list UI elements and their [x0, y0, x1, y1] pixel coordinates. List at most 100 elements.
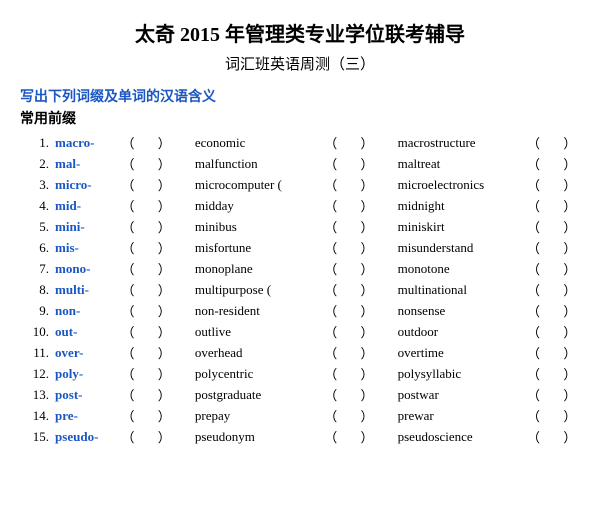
paren-close-1: ）: [154, 132, 174, 153]
word2: overtime: [394, 342, 524, 363]
paren-close-3: ）: [560, 195, 580, 216]
answer-space-2: [341, 174, 357, 195]
answer-space-3: [544, 132, 560, 153]
paren-open-2: （: [321, 258, 341, 279]
row-number: 5.: [20, 216, 53, 237]
word2: monotone: [394, 258, 524, 279]
row-number: 3.: [20, 174, 53, 195]
paren-open-1: （: [118, 195, 138, 216]
answer-space-1: [138, 426, 154, 447]
table-row: 9. non- （ ） non-resident （ ） nonsense （ …: [20, 300, 580, 321]
paren-close-3: ）: [560, 216, 580, 237]
paren-close-2: ）: [357, 237, 377, 258]
paren-close-1: ）: [154, 321, 174, 342]
paren-open-2: （: [321, 237, 341, 258]
answer-space-1: [138, 405, 154, 426]
prefix: micro-: [53, 174, 118, 195]
paren-open-2: （: [321, 279, 341, 300]
word2: misunderstand: [394, 237, 524, 258]
paren-open-2: （: [321, 342, 341, 363]
answer-space-3: [544, 174, 560, 195]
answer-space-1: [138, 384, 154, 405]
prefix: over-: [53, 342, 118, 363]
paren-open-3: （: [523, 300, 543, 321]
word2: maltreat: [394, 153, 524, 174]
paren-open-1: （: [118, 216, 138, 237]
answer-space-2: [341, 279, 357, 300]
paren-close-2: ）: [357, 363, 377, 384]
paren-open-2: （: [321, 321, 341, 342]
answer-space-2: [341, 216, 357, 237]
answer-space-3: [544, 195, 560, 216]
paren-open-3: （: [523, 195, 543, 216]
prefix: non-: [53, 300, 118, 321]
answer-space-3: [544, 426, 560, 447]
paren-close-1: ）: [154, 195, 174, 216]
instruction: 写出下列词缀及单词的汉语含义: [20, 86, 580, 106]
word2: pseudoscience: [394, 426, 524, 447]
answer-space-1: [138, 174, 154, 195]
table-row: 5. mini- （ ） minibus （ ） miniskirt （ ）: [20, 216, 580, 237]
answer-space-3: [544, 384, 560, 405]
prefix: mid-: [53, 195, 118, 216]
table-row: 3. micro- （ ） microcomputer ( （ ） microe…: [20, 174, 580, 195]
paren-close-2: ）: [357, 132, 377, 153]
paren-close-1: ）: [154, 153, 174, 174]
prefix: multi-: [53, 279, 118, 300]
paren-close-2: ）: [357, 426, 377, 447]
paren-open-1: （: [118, 405, 138, 426]
paren-open-3: （: [523, 174, 543, 195]
row-number: 12.: [20, 363, 53, 384]
paren-close-1: ）: [154, 300, 174, 321]
answer-space-3: [544, 342, 560, 363]
sub-title: 词汇班英语周测（三）: [20, 53, 580, 74]
answer-space-3: [544, 363, 560, 384]
word2: macrostructure: [394, 132, 524, 153]
paren-close-2: ）: [357, 153, 377, 174]
paren-close-1: ）: [154, 258, 174, 279]
paren-open-2: （: [321, 195, 341, 216]
paren-close-2: ）: [357, 321, 377, 342]
paren-close-1: ）: [154, 342, 174, 363]
answer-space-2: [341, 384, 357, 405]
word2: prewar: [394, 405, 524, 426]
paren-close-1: ）: [154, 279, 174, 300]
answer-space-3: [544, 321, 560, 342]
paren-close-2: ）: [357, 384, 377, 405]
prefix: mis-: [53, 237, 118, 258]
paren-open-2: （: [321, 384, 341, 405]
paren-open-3: （: [523, 237, 543, 258]
row-number: 6.: [20, 237, 53, 258]
prefix: pseudo-: [53, 426, 118, 447]
answer-space-3: [544, 258, 560, 279]
row-number: 14.: [20, 405, 53, 426]
answer-space-1: [138, 342, 154, 363]
answer-space-1: [138, 279, 154, 300]
paren-open-1: （: [118, 321, 138, 342]
prefix: mono-: [53, 258, 118, 279]
paren-close-3: ）: [560, 237, 580, 258]
answer-space-2: [341, 195, 357, 216]
paren-close-3: ）: [560, 426, 580, 447]
paren-open-3: （: [523, 279, 543, 300]
prefix: post-: [53, 384, 118, 405]
word2: nonsense: [394, 300, 524, 321]
prefix: mini-: [53, 216, 118, 237]
table-row: 7. mono- （ ） monoplane （ ） monotone （ ）: [20, 258, 580, 279]
paren-open-3: （: [523, 384, 543, 405]
word1: overhead: [191, 342, 321, 363]
paren-open-3: （: [523, 258, 543, 279]
table-row: 1. macro- （ ） economic （ ） macrostructur…: [20, 132, 580, 153]
answer-space-3: [544, 216, 560, 237]
paren-close-2: ）: [357, 279, 377, 300]
table-row: 4. mid- （ ） midday （ ） midnight （ ）: [20, 195, 580, 216]
paren-open-2: （: [321, 216, 341, 237]
word1: non-resident: [191, 300, 321, 321]
answer-space-3: [544, 405, 560, 426]
paren-open-3: （: [523, 132, 543, 153]
answer-space-2: [341, 237, 357, 258]
word2: polysyllabic: [394, 363, 524, 384]
paren-close-3: ）: [560, 321, 580, 342]
row-number: 7.: [20, 258, 53, 279]
word1: midday: [191, 195, 321, 216]
